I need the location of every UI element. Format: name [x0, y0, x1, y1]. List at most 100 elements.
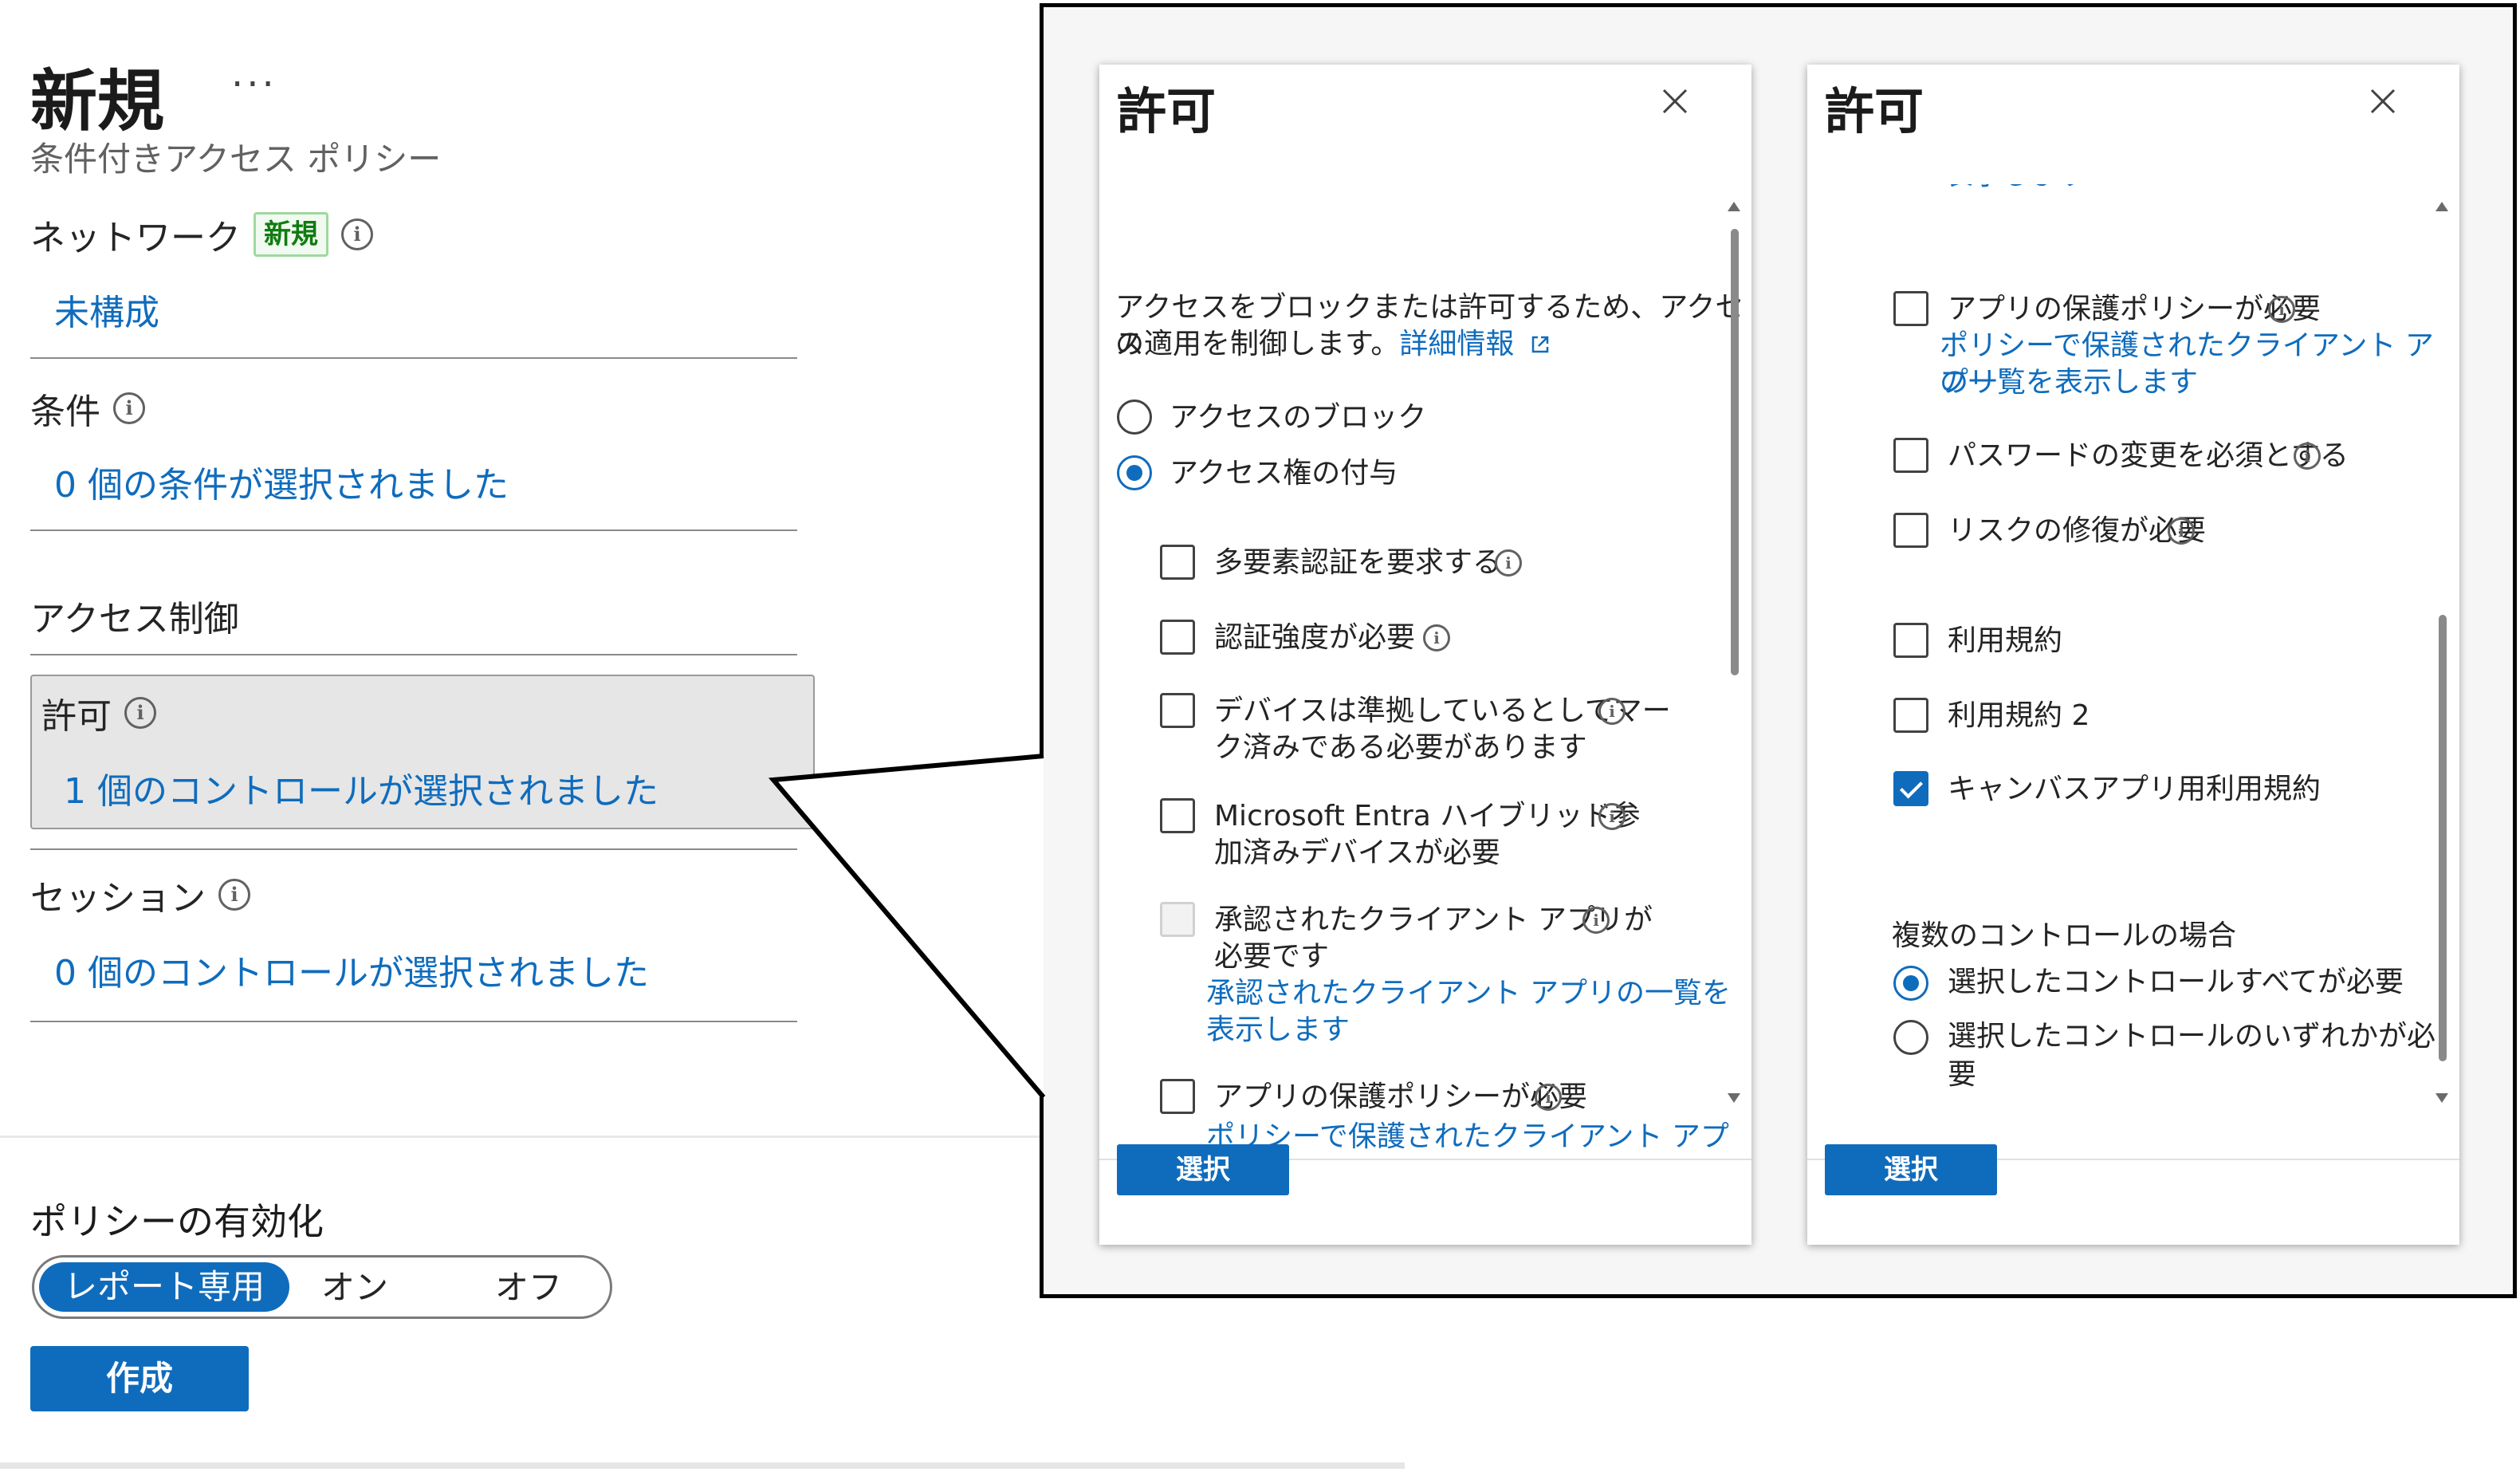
ellipsis-icon[interactable]: ···	[231, 62, 277, 107]
radio-require-one[interactable]	[1893, 1020, 1928, 1055]
toggle-off[interactable]: オフ	[495, 1264, 562, 1312]
grant-panel-left: 許可 アクセスをブロックまたは許可するため、アクセス の適用を制御します。詳細情…	[1099, 65, 1751, 1245]
info-icon[interactable]: i	[1598, 803, 1626, 830]
panel-title: 許可	[1117, 82, 1217, 140]
info-icon[interactable]: i	[341, 218, 373, 250]
scroll-up-icon[interactable]	[1728, 202, 1740, 211]
grant-section: 許可 i	[41, 687, 156, 738]
approved-apps-link-1[interactable]: 承認されたクライアント アプリの一覧を	[1206, 975, 1731, 1012]
info-icon[interactable]: i	[1495, 549, 1522, 577]
close-icon[interactable]	[2364, 82, 2402, 120]
panel-title: 許可	[1825, 82, 1924, 140]
close-icon[interactable]	[1656, 82, 1694, 120]
info-icon[interactable]: i	[1582, 907, 1610, 934]
compliant-label-2: ク済みである必要があります	[1214, 731, 1587, 764]
checkbox-auth-strength[interactable]	[1160, 620, 1195, 655]
panel-description-2: の適用を制御します。詳細情報	[1115, 326, 1552, 363]
info-icon[interactable]: i	[1535, 1084, 1562, 1111]
footer-divider	[0, 1136, 1044, 1138]
app-protection-link-2[interactable]: の一覧を表示します	[1940, 364, 2198, 401]
panel-scroll-area: 表示します アプリの保護ポリシーが必要 i ポリシーで保護されたクライアント ア…	[1807, 184, 2459, 1159]
scrollbar-thumb[interactable]	[2439, 615, 2447, 1061]
checkbox-risk-remediation[interactable]	[1893, 513, 1928, 548]
divider	[30, 357, 797, 359]
radio-require-all[interactable]	[1893, 966, 1928, 1001]
terms-of-use-2-label: 利用規約 2	[1948, 699, 2090, 732]
checkbox-terms-of-use-2[interactable]	[1893, 698, 1928, 733]
panel-scroll-area: アクセスをブロックまたは許可するため、アクセス の適用を制御します。詳細情報 ア…	[1099, 184, 1751, 1159]
app-protection-label: アプリの保護ポリシーが必要	[1948, 293, 2321, 325]
app-protection-label: アプリの保護ポリシーが必要	[1214, 1080, 1588, 1113]
page-title: 新規	[30, 62, 165, 140]
password-change-label: パスワードの変更を必須とする	[1948, 439, 2349, 472]
require-one-label-2: 要	[1948, 1058, 1977, 1091]
require-one-label-1: 選択したコントロールのいずれかが必	[1948, 1020, 2436, 1053]
access-controls-heading-text: アクセス制御	[30, 599, 239, 640]
checkbox-mfa[interactable]	[1160, 545, 1195, 580]
approved-apps-link-2[interactable]: 表示します	[1206, 1012, 1350, 1049]
auth-strength-label: 認証強度が必要	[1214, 621, 1416, 654]
approved-label-2: 必要です	[1214, 940, 1330, 973]
checkbox-hybrid-join[interactable]	[1160, 798, 1195, 833]
enable-policy-label: ポリシーの有効化	[30, 1200, 324, 1243]
info-icon[interactable]: i	[113, 392, 145, 424]
checkbox-password-change[interactable]	[1893, 438, 1928, 473]
radio-block-access[interactable]	[1117, 400, 1152, 435]
terms-of-use-label: 利用規約	[1948, 624, 2063, 657]
session-label: セッション	[30, 878, 206, 919]
create-button[interactable]: 作成	[30, 1346, 249, 1411]
checkbox-terms-of-use[interactable]	[1893, 623, 1928, 658]
scrollbar-thumb[interactable]	[1731, 229, 1739, 675]
conditions-value-link[interactable]: 0 個の条件が選択されました	[54, 456, 509, 507]
session-section: セッション i	[30, 869, 250, 920]
checkbox-compliant-device[interactable]	[1160, 693, 1195, 728]
mfa-label: 多要素認証を要求する	[1214, 546, 1502, 579]
require-all-label: 選択したコントロールすべてが必要	[1948, 966, 2404, 998]
scroll-down-icon[interactable]	[2435, 1093, 2448, 1103]
radio-grant-access[interactable]	[1117, 455, 1152, 490]
info-icon[interactable]: i	[124, 697, 156, 729]
info-icon[interactable]: i	[2168, 518, 2195, 545]
info-icon[interactable]: i	[2294, 443, 2321, 470]
panel-description-text: の適用を制御します。	[1115, 328, 1400, 360]
network-label: ネットワーク	[30, 218, 241, 258]
checkbox-app-protection[interactable]	[1893, 291, 1928, 326]
divider	[30, 529, 797, 531]
hybrid-label-1: Microsoft Entra ハイブリッド参	[1214, 800, 1641, 832]
clipped-link-text[interactable]: 表示します	[1944, 184, 2088, 194]
grant-label: 許可	[41, 696, 112, 737]
new-badge: 新規	[254, 212, 328, 257]
info-icon[interactable]: i	[1423, 624, 1450, 651]
radio-block-label: アクセスのブロック	[1170, 401, 1427, 434]
divider	[30, 1021, 797, 1022]
canvas-terms-label: キャンバスアプリ用利用規約	[1948, 773, 2321, 805]
zoom-callout-frame: 許可 アクセスをブロックまたは許可するため、アクセス の適用を制御します。詳細情…	[1040, 3, 2517, 1298]
conditions-label: 条件	[30, 392, 100, 432]
info-icon[interactable]: i	[2268, 296, 2295, 323]
external-link-icon[interactable]	[1528, 333, 1552, 356]
access-controls-heading: アクセス制御	[30, 590, 239, 641]
select-button[interactable]: 選択	[1825, 1144, 1997, 1195]
session-value-link[interactable]: 0 個のコントロールが選択されました	[54, 944, 649, 995]
page-subtitle: 条件付きアクセス ポリシー	[30, 140, 442, 179]
learn-more-link[interactable]: 詳細情報	[1399, 328, 1514, 360]
select-button[interactable]: 選択	[1117, 1144, 1289, 1195]
conditions-section: 条件 i	[30, 383, 145, 434]
checkbox-canvas-terms[interactable]	[1893, 771, 1928, 806]
divider	[30, 654, 797, 655]
network-value-link[interactable]: 未構成	[54, 284, 159, 335]
grant-value-link[interactable]: 1 個のコントロールが選択されました	[64, 762, 659, 813]
info-icon[interactable]: i	[218, 879, 250, 911]
bottom-bar	[0, 1462, 1405, 1469]
scroll-down-icon[interactable]	[1728, 1093, 1740, 1103]
scroll-up-icon[interactable]	[2435, 202, 2448, 211]
enable-policy-toggle: レポート専用 オン オフ	[32, 1255, 612, 1319]
checkbox-app-protection[interactable]	[1160, 1079, 1195, 1114]
toggle-on[interactable]: オン	[321, 1264, 388, 1312]
toggle-report-only[interactable]: レポート専用	[39, 1262, 289, 1312]
radio-grant-label: アクセス権の付与	[1170, 457, 1398, 490]
multiple-controls-heading: 複数のコントロールの場合	[1892, 919, 2237, 952]
grant-panel-right: 許可 表示します アプリの保護ポリシーが必要 i ポリシーで保護されたクライアン…	[1807, 65, 2459, 1245]
divider	[30, 848, 797, 850]
info-icon[interactable]: i	[1598, 698, 1626, 725]
